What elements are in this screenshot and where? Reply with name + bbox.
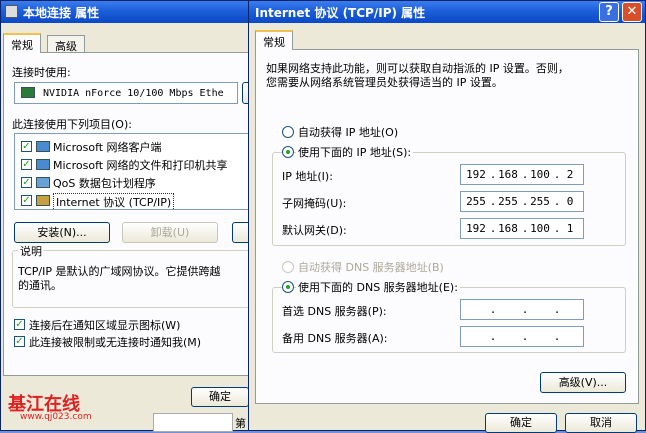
behind-window-text: 第: [235, 417, 246, 430]
help-button[interactable]: ?: [599, 2, 619, 22]
auto-ip-radio[interactable]: [282, 126, 294, 138]
tab-general-left[interactable]: 常规: [3, 33, 41, 53]
connect-using-label: 连接时使用:: [12, 66, 71, 79]
qos-scheduler-icon: [36, 177, 50, 188]
uninstall-button[interactable]: 卸载(U): [122, 222, 218, 243]
auto-ip-label[interactable]: 自动获得 IP 地址(O): [298, 124, 398, 140]
left-ok-button[interactable]: 确定: [191, 387, 249, 407]
manual-dns-label[interactable]: 使用下面的 DNS 服务器地址(E):: [296, 279, 460, 295]
alternate-dns-label: 备用 DNS 服务器(A):: [282, 332, 388, 345]
show-icon-checkbox[interactable]: ✓: [14, 319, 25, 330]
component-item[interactable]: ✓ QoS 数据包计划程序: [21, 175, 250, 190]
network-connection-icon: [5, 5, 18, 18]
manual-ip-radio[interactable]: [282, 146, 294, 158]
component-checkbox[interactable]: ✓: [21, 159, 32, 170]
subnet-mask-field[interactable]: 255. 255. 255. 0: [460, 191, 584, 212]
install-button[interactable]: 安装(N)...: [14, 222, 110, 243]
notify-checkbox[interactable]: ✓: [14, 336, 25, 347]
component-checkbox[interactable]: ✓: [21, 141, 32, 152]
preferred-dns-label: 首选 DNS 服务器(P):: [282, 305, 387, 318]
auto-dns-radio[interactable]: [282, 261, 294, 273]
description-group-label: 说明: [18, 243, 44, 259]
alternate-dns-field[interactable]: ...: [460, 326, 584, 347]
left-general-panel: 连接时使用: NVIDIA nForce 10/100 Mbps Ethe 此连…: [3, 52, 256, 376]
component-item[interactable]: ✓ Microsoft 网络的文件和打印机共享: [21, 157, 250, 172]
component-item[interactable]: ✓ Microsoft 网络客户端: [21, 139, 250, 154]
adapter-field: NVIDIA nForce 10/100 Mbps Ethe: [14, 82, 238, 104]
component-label: QoS 数据包计划程序: [53, 177, 156, 190]
components-label: 此连接使用下列项目(O):: [12, 118, 132, 131]
tcpip-properties-window: Internet 协议 (TCP/IP) 属性 ? ✕ 常规 如果网络支持此功能…: [248, 0, 646, 433]
subnet-mask-label: 子网掩码(U):: [282, 197, 347, 210]
cancel-button[interactable]: 取消: [565, 413, 637, 433]
show-icon-label[interactable]: 连接后在通知区域显示图标(W): [29, 317, 180, 333]
component-checkbox[interactable]: ✓: [21, 195, 32, 206]
ok-button[interactable]: 确定: [485, 413, 557, 433]
advanced-button[interactable]: 高级(V)...: [540, 372, 626, 393]
left-window-title: 本地连接 属性: [23, 6, 100, 20]
component-label: Internet 协议 (TCP/IP): [53, 193, 175, 209]
notify-label[interactable]: 此连接被限制或无连接时通知我(M): [29, 334, 201, 350]
right-general-panel: 如果网络支持此功能，则可以获取自动指派的 IP 设置。否则， 您需要从网络系统管…: [255, 49, 639, 404]
ip-address-label: IP 地址(I):: [282, 170, 333, 183]
network-adapter-icon: [21, 87, 35, 98]
manual-ip-label[interactable]: 使用下面的 IP 地址(S):: [296, 144, 414, 160]
network-client-icon: [36, 141, 50, 152]
local-connection-properties-window: 本地连接 属性 常规 高级 连接时使用: NVIDIA nForce 10/10…: [0, 0, 256, 432]
components-list: ✓ Microsoft 网络客户端 ✓ Microsoft 网络的文件和打印机共…: [14, 133, 250, 210]
left-window-titlebar[interactable]: 本地连接 属性: [1, 1, 249, 23]
description-text-line-2: 的通讯。: [18, 279, 62, 292]
left-status-area: [153, 413, 233, 432]
preferred-dns-field[interactable]: ...: [460, 299, 584, 320]
auto-dns-label[interactable]: 自动获得 DNS 服务器地址(B): [298, 259, 444, 275]
file-sharing-icon: [36, 159, 50, 170]
right-window-titlebar[interactable]: Internet 协议 (TCP/IP) 属性 ? ✕: [249, 1, 645, 23]
adapter-name: NVIDIA nForce 10/100 Mbps Ethe: [43, 88, 224, 99]
component-label: Microsoft 网络的文件和打印机共享: [53, 159, 228, 172]
tab-advanced-left[interactable]: 高级: [47, 35, 85, 53]
component-label: Microsoft 网络客户端: [53, 141, 162, 154]
ip-address-field[interactable]: 192. 168. 100. 2: [460, 164, 584, 185]
intro-text-line-2: 您需要从网络系统管理员处获得适当的 IP 设置。: [266, 76, 503, 89]
manual-dns-radio[interactable]: [282, 281, 294, 293]
protocol-icon: [36, 195, 50, 206]
close-button[interactable]: ✕: [622, 2, 642, 22]
gateway-label: 默认网关(D):: [282, 224, 347, 237]
watermark-url: www.qj023.com: [20, 412, 92, 422]
component-item[interactable]: ✓ Internet 协议 (TCP/IP): [21, 193, 250, 209]
right-window-title: Internet 协议 (TCP/IP) 属性: [255, 6, 426, 20]
component-checkbox[interactable]: ✓: [21, 177, 32, 188]
tab-general-right[interactable]: 常规: [255, 30, 293, 50]
gateway-field[interactable]: 192. 168. 100. 1: [460, 218, 584, 239]
